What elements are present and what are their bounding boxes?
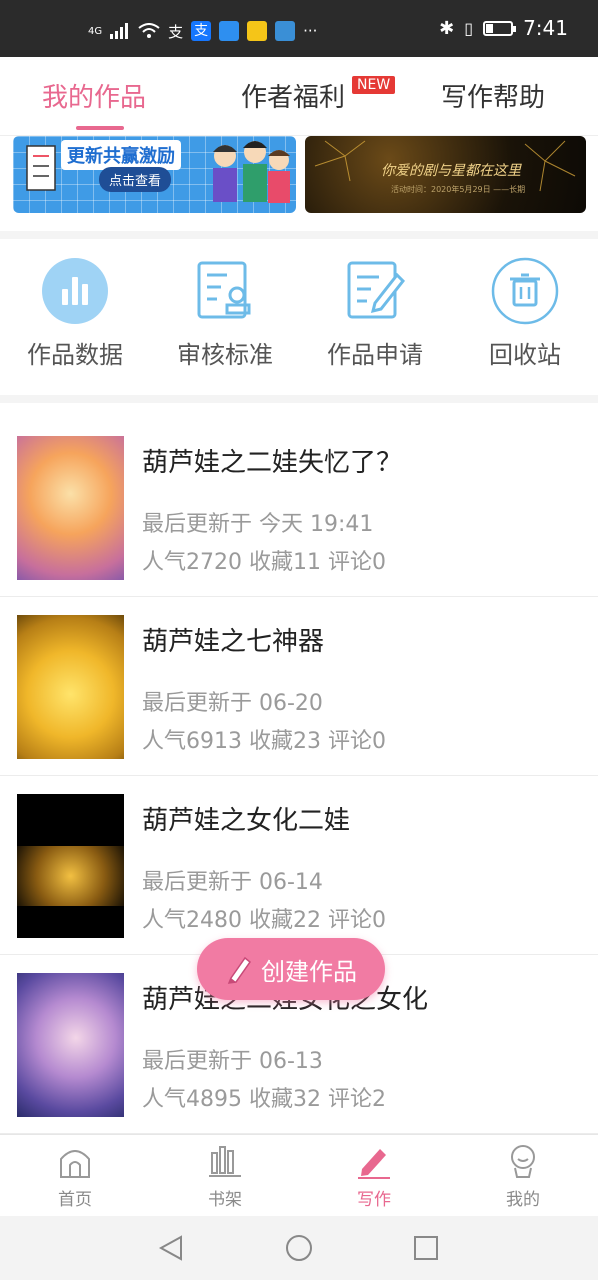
profile-icon [511,1145,535,1178]
pencil-icon [227,956,252,984]
work-stats: 人气2480 收藏22 评论0 [142,908,386,933]
trash-icon [491,257,559,325]
work-cover-image [17,436,124,580]
bird-icon [275,21,296,41]
system-nav-bar [0,1216,598,1280]
banner-update-incentive[interactable]: 更新共赢激励 点击查看 [13,136,296,213]
quick-action-label: 作品申请 [327,341,423,369]
quick-action-review-standards[interactable]: 审核标准 [150,257,300,370]
nav-home[interactable]: 首页 [25,1143,125,1210]
work-updated: 最后更新于 今天 19:41 [142,512,374,537]
banner-check-button[interactable]: 点击查看 [99,167,172,192]
work-title: 葫芦娃之七神器 [142,627,325,657]
cartoon-people-illustration [213,141,290,203]
tab-author-benefits[interactable]: 作者福利 [241,77,345,114]
status-bar: 4G 支 支 ··· ✱ ▯ 7:41 [0,0,598,57]
banner-event[interactable]: 你爱的剧与星都在这里 活动时间：2020年5月29日 ——长期 [305,136,586,213]
nav-bookshelf[interactable]: 书架 [175,1143,275,1210]
section-divider [0,395,598,403]
home-circle-icon[interactable] [285,1234,313,1262]
quick-action-label: 作品数据 [27,341,123,369]
vibrate-icon: ▯ [464,18,474,38]
work-title: 葫芦娃之女化二娃 [142,806,351,836]
bluetooth-icon: ✱ [439,17,455,39]
status-right: ✱ ▯ 7:41 [439,16,568,40]
quick-action-recycle-bin[interactable]: 回收站 [450,257,598,370]
more-notifications: ··· [303,22,318,40]
bookshelf-icon [209,1146,241,1177]
banner-right-subtitle: 你爱的剧与星都在这里 [381,163,521,179]
home-icon [60,1150,90,1178]
battery-icon [483,20,517,36]
status-left-icons: 4G 支 支 ··· [88,20,317,42]
checklist-illustration-icon [26,145,56,191]
create-work-button[interactable]: 创建作品 [197,938,385,1000]
quick-action-work-data[interactable]: 作品数据 [0,257,150,370]
work-updated: 最后更新于 06-20 [142,691,323,716]
work-cover-image [17,973,124,1117]
tab-writing-help[interactable]: 写作帮助 [441,77,545,114]
nav-write[interactable]: 写作 [324,1143,424,1210]
signal-label: 4G [88,25,103,37]
clock: 7:41 [523,16,568,40]
edit-doc-icon [341,257,409,325]
back-icon[interactable] [157,1234,185,1262]
nav-profile[interactable]: 我的 [473,1143,573,1210]
bottom-nav: 首页 书架 写作 我的 [0,1134,598,1217]
quick-actions: 作品数据 审核标准 作品申请 回收站 [0,245,598,395]
work-title: 葫芦娃之二娃失忆了？ [142,448,403,478]
top-tab-bar: 我的作品 作者福利 NEW 写作帮助 [0,57,598,136]
alipay-icon: 支 [191,21,212,41]
work-item[interactable]: 葫芦娃之二娃失忆了？ 最后更新于 今天 19:41 人气2720 收藏11 评论… [0,418,598,597]
work-cover-image [17,794,124,938]
chart-icon [41,257,109,325]
new-badge: NEW [352,76,396,94]
dingtalk-icon [219,21,240,41]
work-item[interactable]: 葫芦娃之七神器 最后更新于 06-20 人气6913 收藏23 评论0 [0,597,598,776]
work-stats: 人气6913 收藏23 评论0 [142,729,386,754]
nav-label: 首页 [58,1190,92,1210]
work-updated: 最后更新于 06-14 [142,870,323,895]
wifi-icon [138,23,160,38]
banner-right-date: 活动时间：2020年5月29日 ——长期 [391,185,526,194]
weibo-icon [247,21,268,41]
create-work-label: 创建作品 [261,957,357,986]
nav-label: 写作 [357,1190,391,1210]
section-divider [0,231,598,239]
work-cover-image [17,615,124,759]
alipay-text-icon: 支 [168,23,184,41]
nav-label: 书架 [208,1190,242,1210]
pen-icon [358,1149,390,1179]
banner-left-title: 更新共赢激励 [61,140,181,170]
work-item[interactable]: 葫芦娃之女化二娃 最后更新于 06-14 人气2480 收藏22 评论0 [0,776,598,955]
signal-icon [110,23,129,39]
work-stats: 人气2720 收藏11 评论0 [142,550,386,575]
tab-active-indicator [76,126,124,130]
review-doc-icon [191,257,259,325]
work-stats: 人气4895 收藏32 评论2 [142,1087,386,1112]
quick-action-label: 回收站 [489,341,561,369]
recents-icon[interactable] [412,1234,440,1262]
nav-label: 我的 [506,1190,540,1210]
work-updated: 最后更新于 06-13 [142,1049,323,1074]
tab-my-works[interactable]: 我的作品 [42,77,146,114]
quick-action-label: 审核标准 [177,341,273,369]
quick-action-work-apply[interactable]: 作品申请 [300,257,450,370]
